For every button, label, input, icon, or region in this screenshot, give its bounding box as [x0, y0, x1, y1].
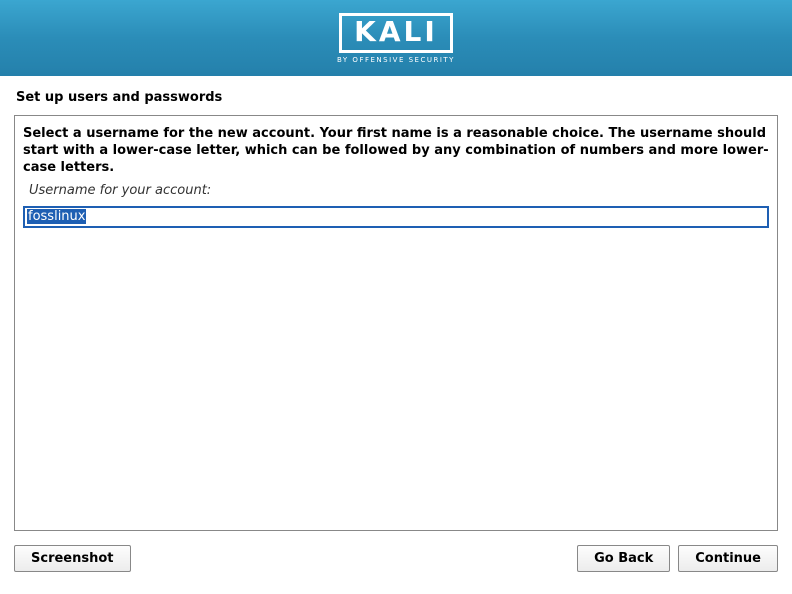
- instruction-text: Select a username for the new account. Y…: [23, 126, 769, 177]
- content-box: Select a username for the new account. Y…: [14, 115, 778, 531]
- username-field-label: Username for your account:: [29, 183, 769, 198]
- kali-logo: KALI BY OFFENSIVE SECURITY: [337, 13, 455, 64]
- kali-logo-text: KALI: [354, 18, 438, 46]
- continue-button[interactable]: Continue: [678, 545, 778, 572]
- header-banner: KALI BY OFFENSIVE SECURITY: [0, 0, 792, 76]
- go-back-button[interactable]: Go Back: [577, 545, 670, 572]
- kali-logo-subtitle: BY OFFENSIVE SECURITY: [337, 56, 455, 64]
- page-title: Set up users and passwords: [0, 76, 792, 115]
- screenshot-button[interactable]: Screenshot: [14, 545, 131, 572]
- button-bar-right: Go Back Continue: [577, 545, 778, 572]
- username-value-selected: fosslinux: [27, 209, 86, 224]
- username-input[interactable]: fosslinux: [23, 206, 769, 228]
- kali-logo-box: KALI: [339, 13, 453, 53]
- button-bar: Screenshot Go Back Continue: [0, 531, 792, 572]
